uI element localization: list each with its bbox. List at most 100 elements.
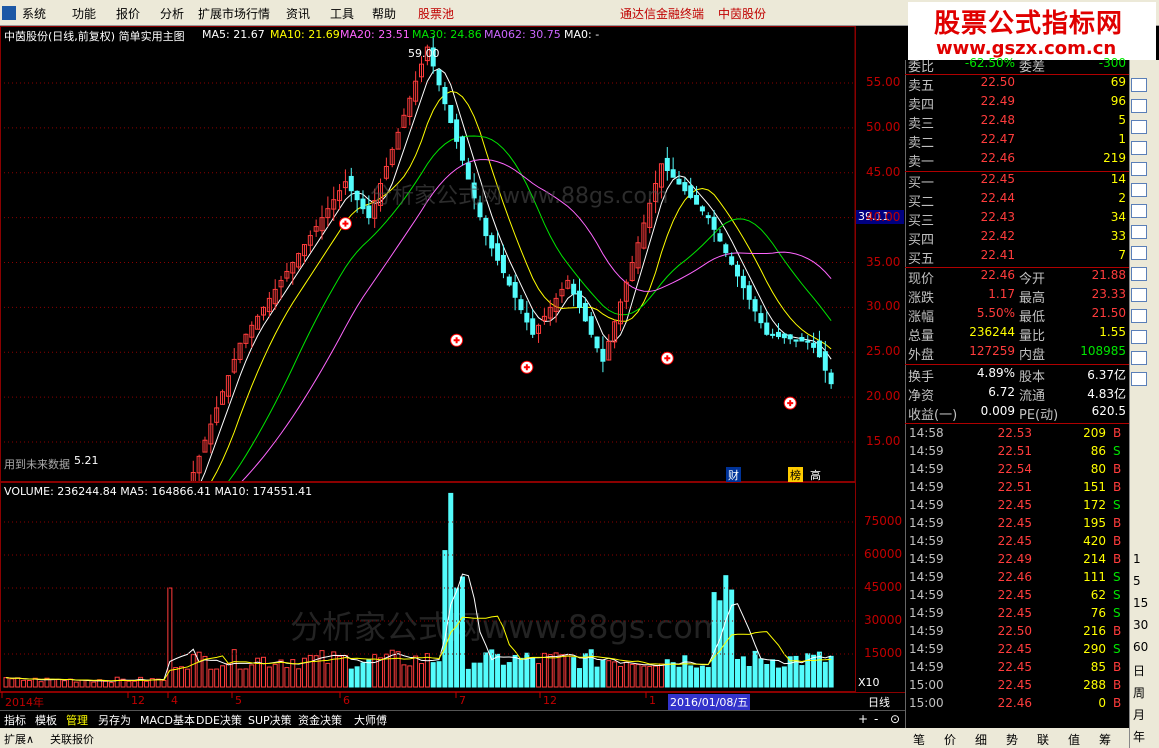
pencil-icon[interactable] <box>1131 330 1147 344</box>
volume-bar <box>471 662 477 688</box>
menu-tools[interactable]: 工具 <box>330 5 354 22</box>
zoom-out-button[interactable]: - <box>874 712 878 726</box>
candle-body <box>360 198 366 210</box>
menu-analysis[interactable]: 分析 <box>160 5 184 22</box>
tab-master[interactable]: 大师傅 <box>354 712 387 728</box>
menu-help[interactable]: 帮助 <box>372 5 396 22</box>
quote-tab[interactable]: 势 <box>1006 731 1018 748</box>
volume-title: VOLUME: 236244.84 MA5: 164866.41 MA10: 1… <box>4 485 313 498</box>
volume-bar <box>419 663 424 688</box>
pencil-icon[interactable] <box>1131 288 1147 302</box>
tick-price: 22.45 <box>997 642 1032 656</box>
candle-body <box>506 276 512 286</box>
period-label[interactable]: 日线 <box>868 694 890 710</box>
tick-price: 22.54 <box>997 462 1032 476</box>
stat2-row-label2: PE(动) <box>1019 408 1059 423</box>
volume-bar <box>190 654 196 688</box>
separator <box>905 364 1129 365</box>
expand-button[interactable]: 扩展∧ <box>4 731 34 747</box>
menu-system[interactable]: 系统 <box>22 5 46 22</box>
volume-bar <box>50 678 56 688</box>
tab-dde[interactable]: DDE决策 <box>196 712 242 728</box>
volume-bar <box>407 665 413 688</box>
side-tool-label[interactable]: 30 <box>1133 618 1148 632</box>
volume-bar <box>594 666 600 688</box>
rsi-icon[interactable] <box>1131 309 1147 323</box>
side-tool-label[interactable]: 周 <box>1133 684 1145 701</box>
f-icon[interactable] <box>1131 204 1147 218</box>
tab-save-as[interactable]: 另存为 <box>98 712 131 728</box>
f5-icon[interactable] <box>1131 351 1147 365</box>
tab-template[interactable]: 模板 <box>35 712 57 728</box>
volume-bar <box>799 665 805 688</box>
menu-info[interactable]: 资讯 <box>286 5 310 22</box>
f-icon[interactable] <box>1131 267 1147 281</box>
menu-ext-market[interactable]: 扩展市场行情 <box>198 5 270 22</box>
trend-icon[interactable] <box>1131 162 1147 176</box>
menu-quote[interactable]: 报价 <box>116 5 140 22</box>
volume-bar <box>179 666 185 688</box>
related-quote-button[interactable]: 关联报价 <box>50 731 94 747</box>
stat-row-label2: 内盘 <box>1019 348 1046 363</box>
list-icon[interactable] <box>1131 141 1147 155</box>
side-tool-label[interactable]: 月 <box>1133 706 1145 723</box>
side-tool-label[interactable]: 60 <box>1133 640 1148 654</box>
side-tool-label[interactable]: 1 <box>1133 552 1141 566</box>
volume-bar <box>658 663 664 688</box>
quote-tab[interactable]: 联 <box>1037 731 1049 748</box>
tab-indicator[interactable]: 指标 <box>4 712 26 728</box>
f10-icon[interactable] <box>1131 225 1147 239</box>
k-icon[interactable] <box>1131 183 1147 197</box>
tick-time: 14:59 <box>909 462 944 476</box>
volume-bar <box>26 679 32 688</box>
zoom-in-button[interactable]: + <box>858 712 868 726</box>
chart-icon[interactable] <box>1131 78 1147 92</box>
marker-high[interactable]: 高 <box>808 467 823 483</box>
down-icon[interactable] <box>1131 99 1147 113</box>
volume-bar <box>477 662 483 688</box>
tick-volume: 172 <box>1083 498 1106 512</box>
menu-function[interactable]: 功能 <box>72 5 96 22</box>
tab-fund[interactable]: 资金决策 <box>298 712 342 728</box>
tick-time: 14:59 <box>909 660 944 674</box>
volume-axis-label: 75000 <box>864 514 903 528</box>
side-tool-label[interactable]: 15 <box>1133 596 1148 610</box>
volume-bar <box>354 666 360 688</box>
menu-stock-pool[interactable]: 股票池 <box>418 5 454 22</box>
tick-bs: B <box>1113 534 1122 548</box>
quote-bottom-tabs: 笔价细势联值筹 <box>905 728 1129 748</box>
volume-bar <box>828 655 834 688</box>
settings-button[interactable]: ⊙ <box>890 712 900 726</box>
quote-tab[interactable]: 笔 <box>913 731 925 748</box>
quote-tab[interactable]: 细 <box>975 731 987 748</box>
tick-price: 22.46 <box>997 570 1032 584</box>
quote-tab[interactable]: 值 <box>1068 731 1080 748</box>
time-label: 12 <box>543 694 557 707</box>
volume-chart[interactable] <box>0 482 905 692</box>
candle-body <box>729 256 735 265</box>
quote-tab[interactable]: 筹 <box>1099 731 1111 748</box>
price-chart[interactable] <box>0 26 905 482</box>
tab-sup[interactable]: SUP决策 <box>248 712 292 728</box>
candle-body <box>530 318 536 335</box>
volume-bar <box>378 657 384 688</box>
tick-time: 14:59 <box>909 588 944 602</box>
side-tool-label[interactable]: 年 <box>1133 728 1145 745</box>
marker-rank[interactable]: 榜 <box>788 467 803 483</box>
note-icon[interactable] <box>1131 372 1147 386</box>
fi-icon[interactable] <box>1131 246 1147 260</box>
volume-bar <box>635 664 641 688</box>
grid-icon[interactable] <box>1131 120 1147 134</box>
stat-row-label: 现价 <box>908 272 935 287</box>
tick-price: 22.45 <box>997 660 1032 674</box>
buy-row-value: 22.45 <box>980 172 1015 186</box>
tab-manage[interactable]: 管理 <box>66 712 88 728</box>
volume-bar <box>436 661 442 688</box>
side-tool-label[interactable]: 日 <box>1133 662 1145 679</box>
marker-finance[interactable]: 财 <box>726 467 741 483</box>
volume-bar <box>3 677 9 688</box>
volume-bar <box>337 655 343 688</box>
tab-macd[interactable]: MACD基本 <box>140 712 195 728</box>
quote-tab[interactable]: 价 <box>944 731 956 748</box>
side-tool-label[interactable]: 5 <box>1133 574 1141 588</box>
